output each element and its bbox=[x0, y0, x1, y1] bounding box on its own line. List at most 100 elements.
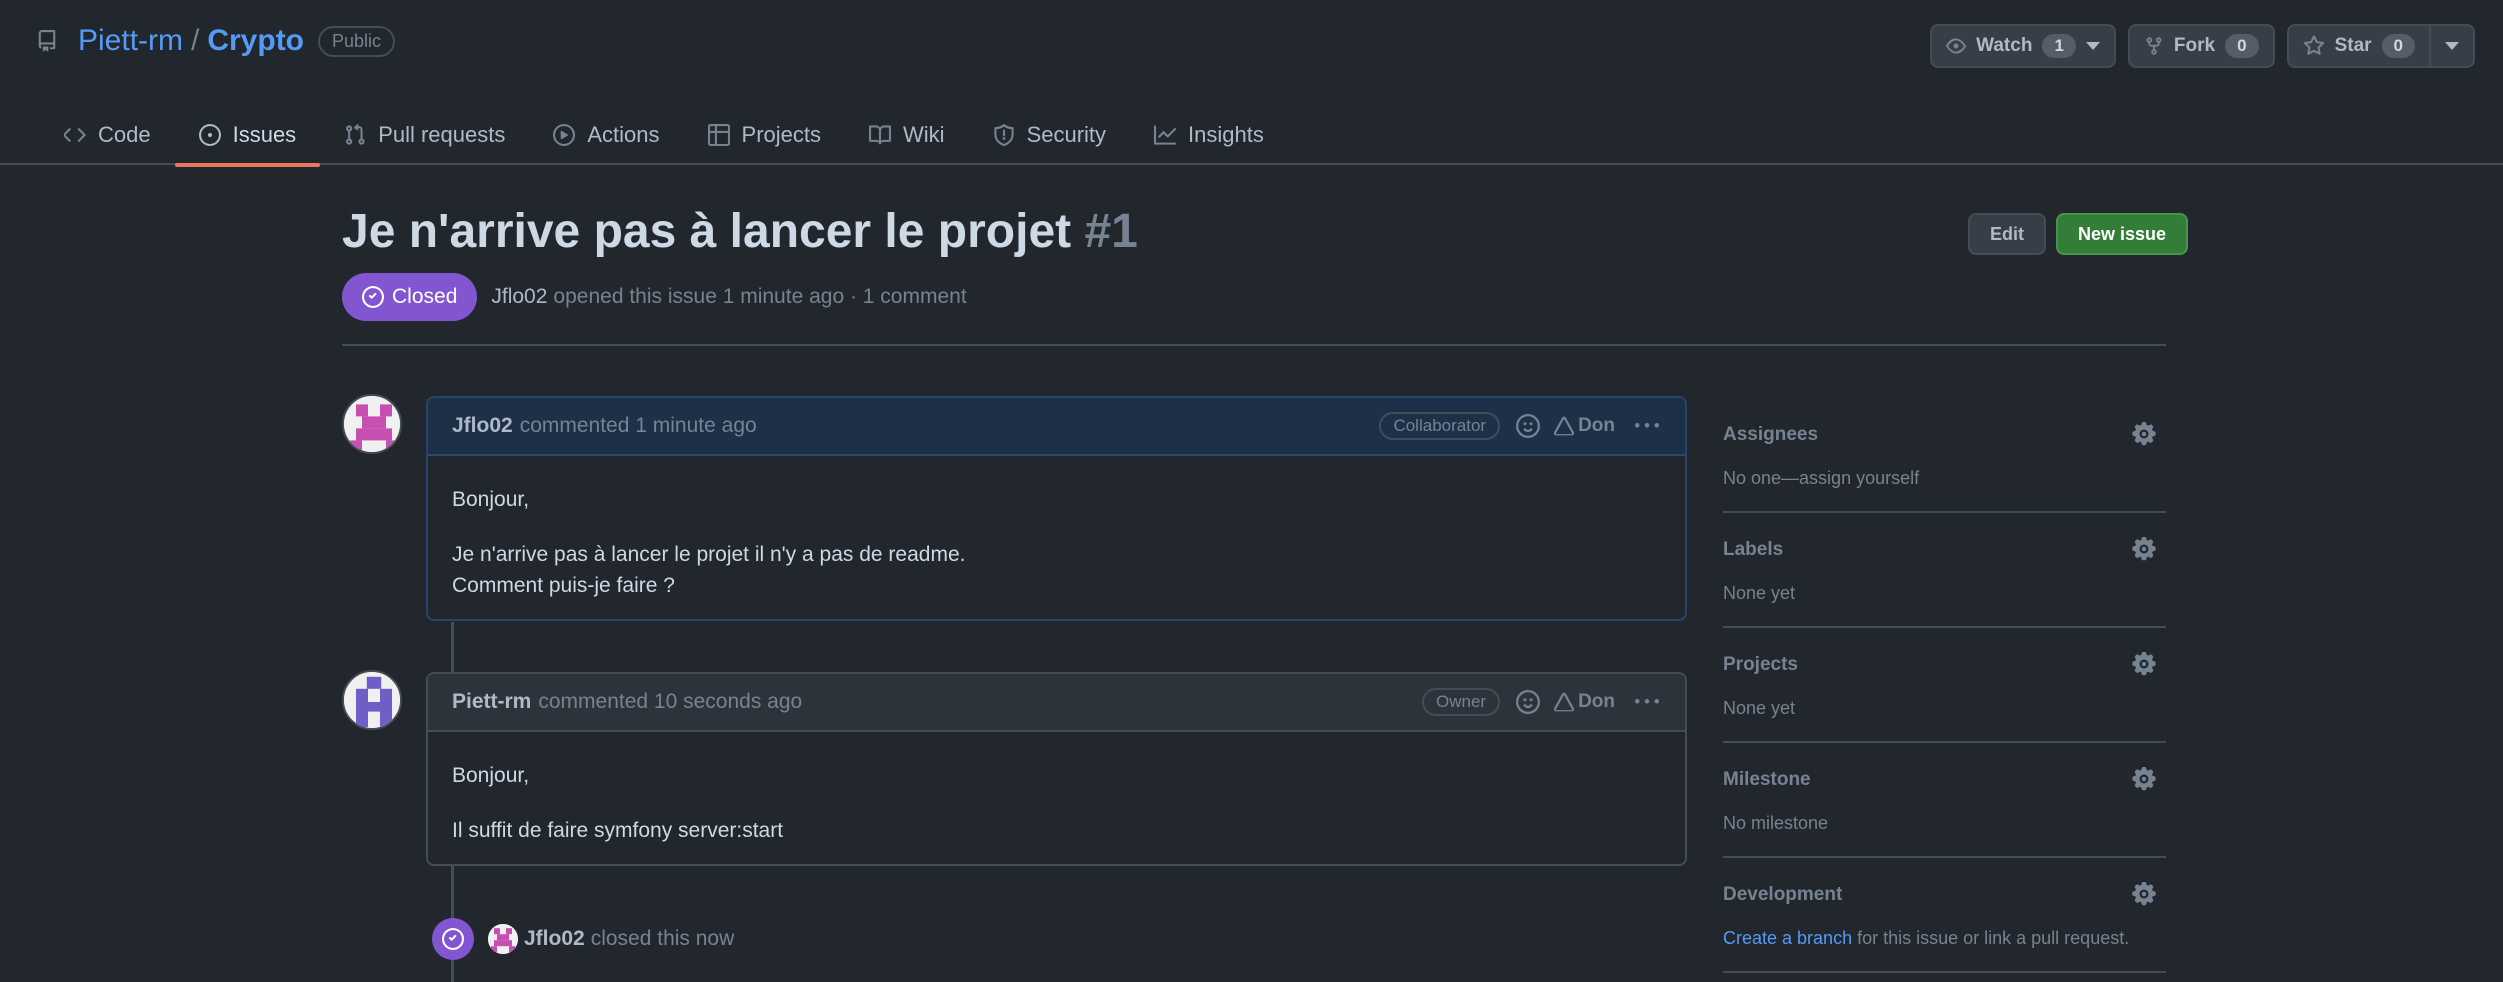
issue-sidebar: Assignees No one—assign yourself Labels … bbox=[1723, 398, 2166, 973]
gear-icon[interactable] bbox=[2132, 422, 2156, 446]
sidebar-labels-value: None yet bbox=[1723, 583, 1796, 603]
fork-label: Fork bbox=[2173, 35, 2216, 56]
comment-time-link[interactable]: commented 1 minute ago bbox=[520, 414, 757, 438]
add-reaction-button[interactable] bbox=[1516, 414, 1541, 438]
comment-tag[interactable]: Don bbox=[1554, 691, 1615, 713]
sidebar-assignees-value[interactable]: No one—assign yourself bbox=[1723, 468, 2166, 489]
issue-opened-icon bbox=[198, 123, 221, 146]
sidebar-milestone-title[interactable]: Milestone bbox=[1723, 769, 2166, 791]
tab-issues-label: Issues bbox=[232, 121, 297, 147]
repo-title: Piett-rm / Crypto Public bbox=[36, 24, 396, 58]
issue-number: #1 bbox=[1084, 205, 1138, 258]
tab-wiki[interactable]: Wiki bbox=[845, 104, 969, 165]
comment-paragraph: Bonjour, bbox=[452, 488, 530, 511]
watch-button[interactable]: Watch 1 bbox=[1930, 24, 2116, 68]
tab-projects-label: Projects bbox=[741, 121, 822, 147]
edit-button[interactable]: Edit bbox=[1968, 213, 2046, 255]
kebab-horizontal-icon[interactable] bbox=[1633, 414, 1661, 438]
sidebar-development-title[interactable]: Development bbox=[1723, 884, 2166, 906]
repo-icon bbox=[38, 30, 56, 52]
tab-actions[interactable]: Actions bbox=[529, 104, 683, 165]
check-circle-icon bbox=[362, 286, 384, 308]
graph-icon bbox=[1154, 124, 1177, 145]
star-list-dropdown[interactable] bbox=[2429, 26, 2473, 66]
star-count: 0 bbox=[2381, 34, 2415, 58]
issue-state-label: Closed bbox=[392, 285, 458, 308]
star-label: Star bbox=[2334, 35, 2372, 56]
tab-pull-requests[interactable]: Pull requests bbox=[320, 104, 529, 165]
identicon-jflo02 bbox=[488, 924, 518, 954]
tab-actions-label: Actions bbox=[587, 121, 660, 147]
comment-paragraph: Je n'arrive pas à lancer le projet il n'… bbox=[452, 539, 1661, 601]
repo-actions: Watch 1 Fork 0 Star 0 bbox=[1930, 24, 2475, 68]
sidebar-development-text: for this issue or link a pull request. bbox=[1857, 928, 2130, 948]
repo-name-link[interactable]: Crypto bbox=[207, 24, 304, 58]
sidebar-milestone: Milestone No milestone bbox=[1723, 743, 2166, 858]
repo-path-separator: / bbox=[191, 24, 200, 57]
issue-title: Je n'arrive pas à lancer le projet #1 bbox=[342, 204, 1138, 259]
gear-icon[interactable] bbox=[2132, 882, 2156, 906]
smiley-icon bbox=[1516, 414, 1541, 438]
tab-projects[interactable]: Projects bbox=[684, 104, 845, 165]
comment-card: Jflo02 commented 1 minute ago Collaborat… bbox=[426, 396, 1687, 621]
gear-icon[interactable] bbox=[2132, 652, 2156, 676]
sidebar-labels-title[interactable]: Labels bbox=[1723, 539, 2166, 561]
sidebar-labels: Labels None yet bbox=[1723, 513, 2166, 628]
fork-button[interactable]: Fork 0 bbox=[2127, 24, 2275, 68]
alert-icon bbox=[1554, 416, 1575, 436]
check-circle-icon bbox=[442, 928, 464, 950]
closed-event-author-link[interactable]: Jflo02 bbox=[524, 927, 585, 951]
add-reaction-button[interactable] bbox=[1516, 690, 1541, 714]
tab-insights-label: Insights bbox=[1188, 121, 1264, 147]
sidebar-projects-value: None yet bbox=[1723, 698, 1796, 718]
table-icon bbox=[707, 123, 730, 146]
git-pull-request-icon bbox=[346, 123, 365, 145]
tab-insights[interactable]: Insights bbox=[1130, 104, 1288, 165]
watch-count: 1 bbox=[2042, 34, 2076, 58]
identicon-jflo02 bbox=[344, 396, 400, 452]
comment-card: Piett-rm commented 10 seconds ago Owner … bbox=[426, 672, 1687, 866]
star-button[interactable]: Star 0 bbox=[2286, 24, 2475, 68]
gear-icon[interactable] bbox=[2132, 767, 2156, 791]
tab-code[interactable]: Code bbox=[40, 104, 175, 165]
avatar[interactable] bbox=[342, 670, 402, 730]
chevron-down-icon bbox=[2085, 42, 2100, 50]
sidebar-projects: Projects None yet bbox=[1723, 628, 2166, 743]
comment-tag[interactable]: Don bbox=[1554, 415, 1615, 437]
new-issue-button[interactable]: New issue bbox=[2056, 213, 2189, 255]
gear-icon[interactable] bbox=[2132, 537, 2156, 561]
tab-issues[interactable]: Issues bbox=[174, 104, 321, 167]
closed-event-badge bbox=[432, 918, 474, 960]
role-badge: Collaborator bbox=[1379, 412, 1501, 440]
eye-icon bbox=[1946, 38, 1967, 54]
comment-paragraph: Bonjour, bbox=[452, 764, 530, 787]
issue-header-actions: Edit New issue bbox=[1968, 213, 2189, 255]
create-branch-link[interactable]: Create a branch bbox=[1723, 928, 1852, 948]
identicon-piett-rm bbox=[344, 672, 400, 728]
repo-nav-tabs: Code Issues Pull requests Actions Projec… bbox=[40, 104, 1288, 167]
comment-body: Bonjour, Je n'arrive pas à lancer le pro… bbox=[428, 456, 1685, 619]
sidebar-assignees-title[interactable]: Assignees bbox=[1723, 424, 2166, 446]
sidebar-projects-title[interactable]: Projects bbox=[1723, 654, 2166, 676]
code-icon bbox=[64, 127, 86, 142]
comment-line: Je n'arrive pas à lancer le projet il n'… bbox=[452, 543, 966, 566]
book-icon bbox=[869, 124, 892, 144]
issue-author-link[interactable]: Jflo02 bbox=[491, 285, 547, 309]
comment-author-link[interactable]: Jflo02 bbox=[452, 414, 513, 438]
comment-header: Jflo02 commented 1 minute ago Collaborat… bbox=[428, 398, 1685, 456]
chevron-down-icon bbox=[2445, 42, 2459, 50]
play-icon bbox=[553, 123, 576, 146]
comment-author-link[interactable]: Piett-rm bbox=[452, 690, 531, 714]
header-divider bbox=[342, 344, 2166, 346]
avatar[interactable] bbox=[342, 394, 402, 454]
sidebar-development-value: Create a branch for this issue or link a… bbox=[1723, 928, 2166, 949]
comment-time-link[interactable]: commented 10 seconds ago bbox=[538, 690, 802, 714]
tab-security[interactable]: Security bbox=[969, 104, 1130, 165]
issue-opened-text: opened this issue 1 minute ago · 1 comme… bbox=[553, 285, 967, 308]
repo-owner-link[interactable]: Piett-rm bbox=[78, 24, 183, 58]
sidebar-milestone-value: No milestone bbox=[1723, 813, 1829, 833]
alert-icon bbox=[1554, 692, 1575, 712]
kebab-horizontal-icon[interactable] bbox=[1633, 690, 1661, 714]
avatar[interactable] bbox=[488, 924, 518, 954]
comment-header: Piett-rm commented 10 seconds ago Owner … bbox=[428, 674, 1685, 732]
